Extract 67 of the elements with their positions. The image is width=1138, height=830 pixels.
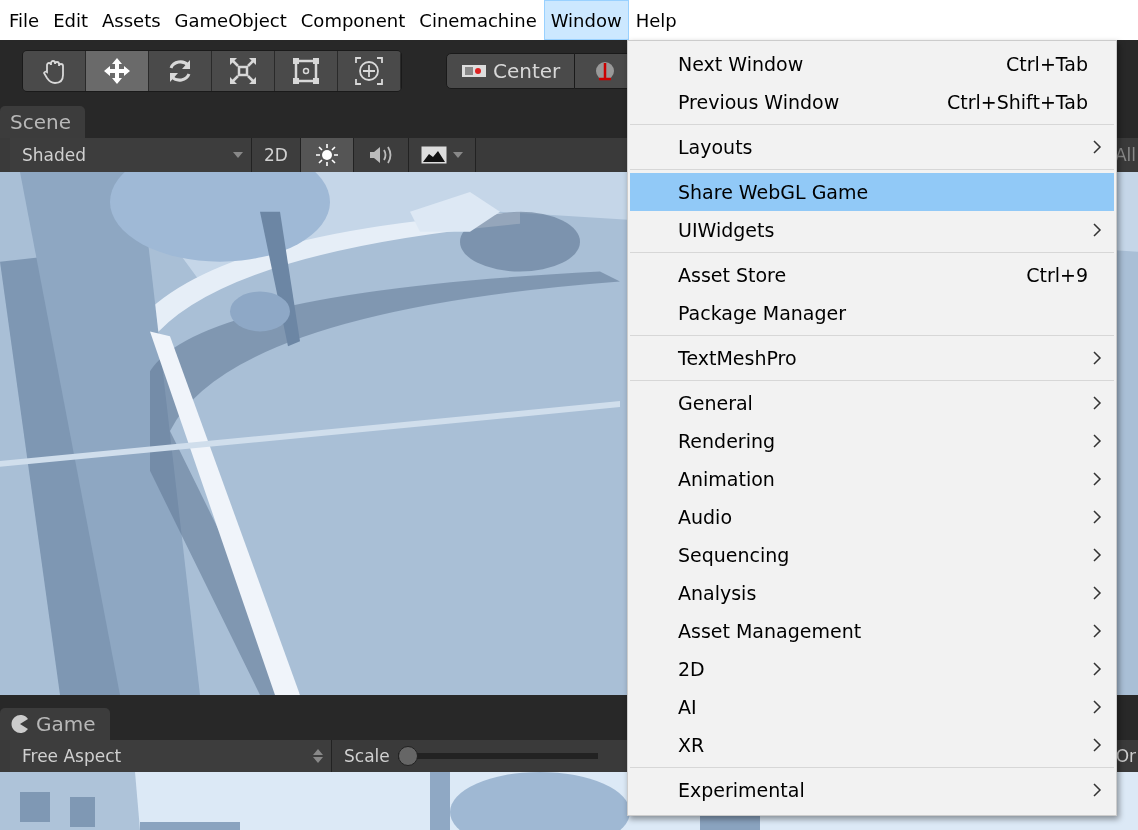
menu-item[interactable]: Sequencing [630, 536, 1114, 574]
menu-title[interactable]: File [2, 0, 47, 40]
tool-button[interactable] [23, 51, 86, 91]
chevron-right-icon [1092, 737, 1102, 753]
menu-item[interactable]: TextMeshPro [630, 339, 1114, 377]
menu-item[interactable]: Analysis [630, 574, 1114, 612]
chevron-right-icon [1092, 471, 1102, 487]
tool-button[interactable] [86, 51, 149, 91]
menu-item[interactable]: Package Manager [630, 294, 1114, 332]
pivot-icon [461, 62, 487, 80]
caret-icon [452, 152, 463, 158]
lighting-toggle[interactable] [300, 138, 354, 172]
options-text: Or [1115, 746, 1137, 766]
menu-item[interactable]: Previous Window Ctrl+Shift+Tab [630, 83, 1114, 121]
slider-thumb[interactable] [397, 746, 418, 766]
chevron-right-icon [1092, 139, 1102, 155]
shortcut-text: Ctrl+Shift+Tab [947, 91, 1088, 113]
menu-item[interactable]: XR [630, 726, 1114, 764]
menu-item[interactable]: Asset Store Ctrl+9 [630, 256, 1114, 294]
menu-item[interactable]: Rendering [630, 422, 1114, 460]
chevron-right-icon [1092, 623, 1102, 639]
menu-item[interactable]: Asset Management [630, 612, 1114, 650]
scale-label: Scale [344, 746, 390, 766]
chevron-right-icon [1092, 395, 1102, 411]
menu-title[interactable]: GameObject [167, 0, 294, 40]
tool-button[interactable] [212, 51, 275, 91]
menu-title[interactable]: Cinemachine [412, 0, 544, 40]
menu-item[interactable]: UIWidgets [630, 211, 1114, 249]
rect-tool-icon [291, 56, 321, 86]
menu-item[interactable]: Audio [630, 498, 1114, 536]
menu-title[interactable]: Edit [46, 0, 95, 40]
menu-item[interactable]: Layouts [630, 128, 1114, 166]
menu-item[interactable]: General [630, 384, 1114, 422]
menu-title[interactable]: Window [543, 0, 629, 40]
chevron-right-icon [1092, 661, 1102, 677]
scale-icon [228, 56, 258, 86]
chevron-right-icon [1092, 585, 1102, 601]
move-icon [102, 56, 132, 86]
chevron-right-icon [1092, 782, 1102, 798]
tool-button[interactable] [338, 51, 401, 91]
menu-item[interactable]: Animation [630, 460, 1114, 498]
menu-item[interactable]: 2D [630, 650, 1114, 688]
chevron-right-icon [1092, 547, 1102, 563]
scene-tab[interactable]: Scene [0, 106, 85, 138]
caret-icon [233, 152, 243, 158]
menu-title[interactable]: Help [628, 0, 684, 40]
chevron-right-icon [1092, 699, 1102, 715]
shortcut-text: Ctrl+9 [1026, 264, 1088, 286]
menu-item[interactable]: AI [630, 688, 1114, 726]
menu-title[interactable]: Component [293, 0, 413, 40]
game-tab[interactable]: Game [0, 708, 110, 740]
menu-item[interactable]: Share WebGL Game [630, 173, 1114, 211]
transform-icon [354, 56, 384, 86]
menu-title[interactable]: Assets [95, 0, 168, 40]
menu-item[interactable]: Next Window Ctrl+Tab [630, 45, 1114, 83]
shortcut-text: Ctrl+Tab [1006, 53, 1088, 75]
chevron-right-icon [1092, 350, 1102, 366]
tool-button[interactable] [149, 51, 212, 91]
pivot-button[interactable]: Center [446, 53, 576, 89]
sun-icon [314, 143, 339, 167]
chevron-right-icon [1092, 433, 1102, 449]
pacman-icon [10, 714, 30, 734]
landscape-icon [420, 146, 447, 164]
chevron-right-icon [1092, 509, 1102, 525]
tool-button[interactable] [275, 51, 338, 91]
chevron-right-icon [1092, 222, 1102, 238]
stepper-icon [313, 749, 323, 763]
